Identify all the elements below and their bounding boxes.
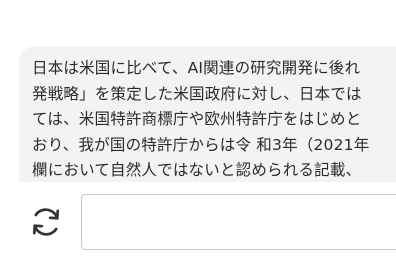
- message-line: ては、米国特許商標庁や欧州特許庁をはじめと: [32, 110, 362, 128]
- chat-input[interactable]: [81, 194, 396, 250]
- refresh-icon: [32, 208, 60, 236]
- regenerate-button[interactable]: [24, 200, 68, 244]
- message-line: 発戦略」を策定した米国政府に対し、日本では: [32, 84, 362, 103]
- composer-bar: [0, 182, 396, 265]
- chat-window: 日本は米国に比べて、AI関連の研究開発に後れ 発戦略」を策定した米国政府に対し、…: [0, 0, 396, 265]
- message-line: 欄において自然人ではないと認められる記載、: [32, 161, 362, 179]
- message-line: 日本は米国に比べて、AI関連の研究開発に後れ: [32, 59, 361, 77]
- message-line: おり、我が国の特許庁からは令 和3年（2021年: [32, 135, 370, 154]
